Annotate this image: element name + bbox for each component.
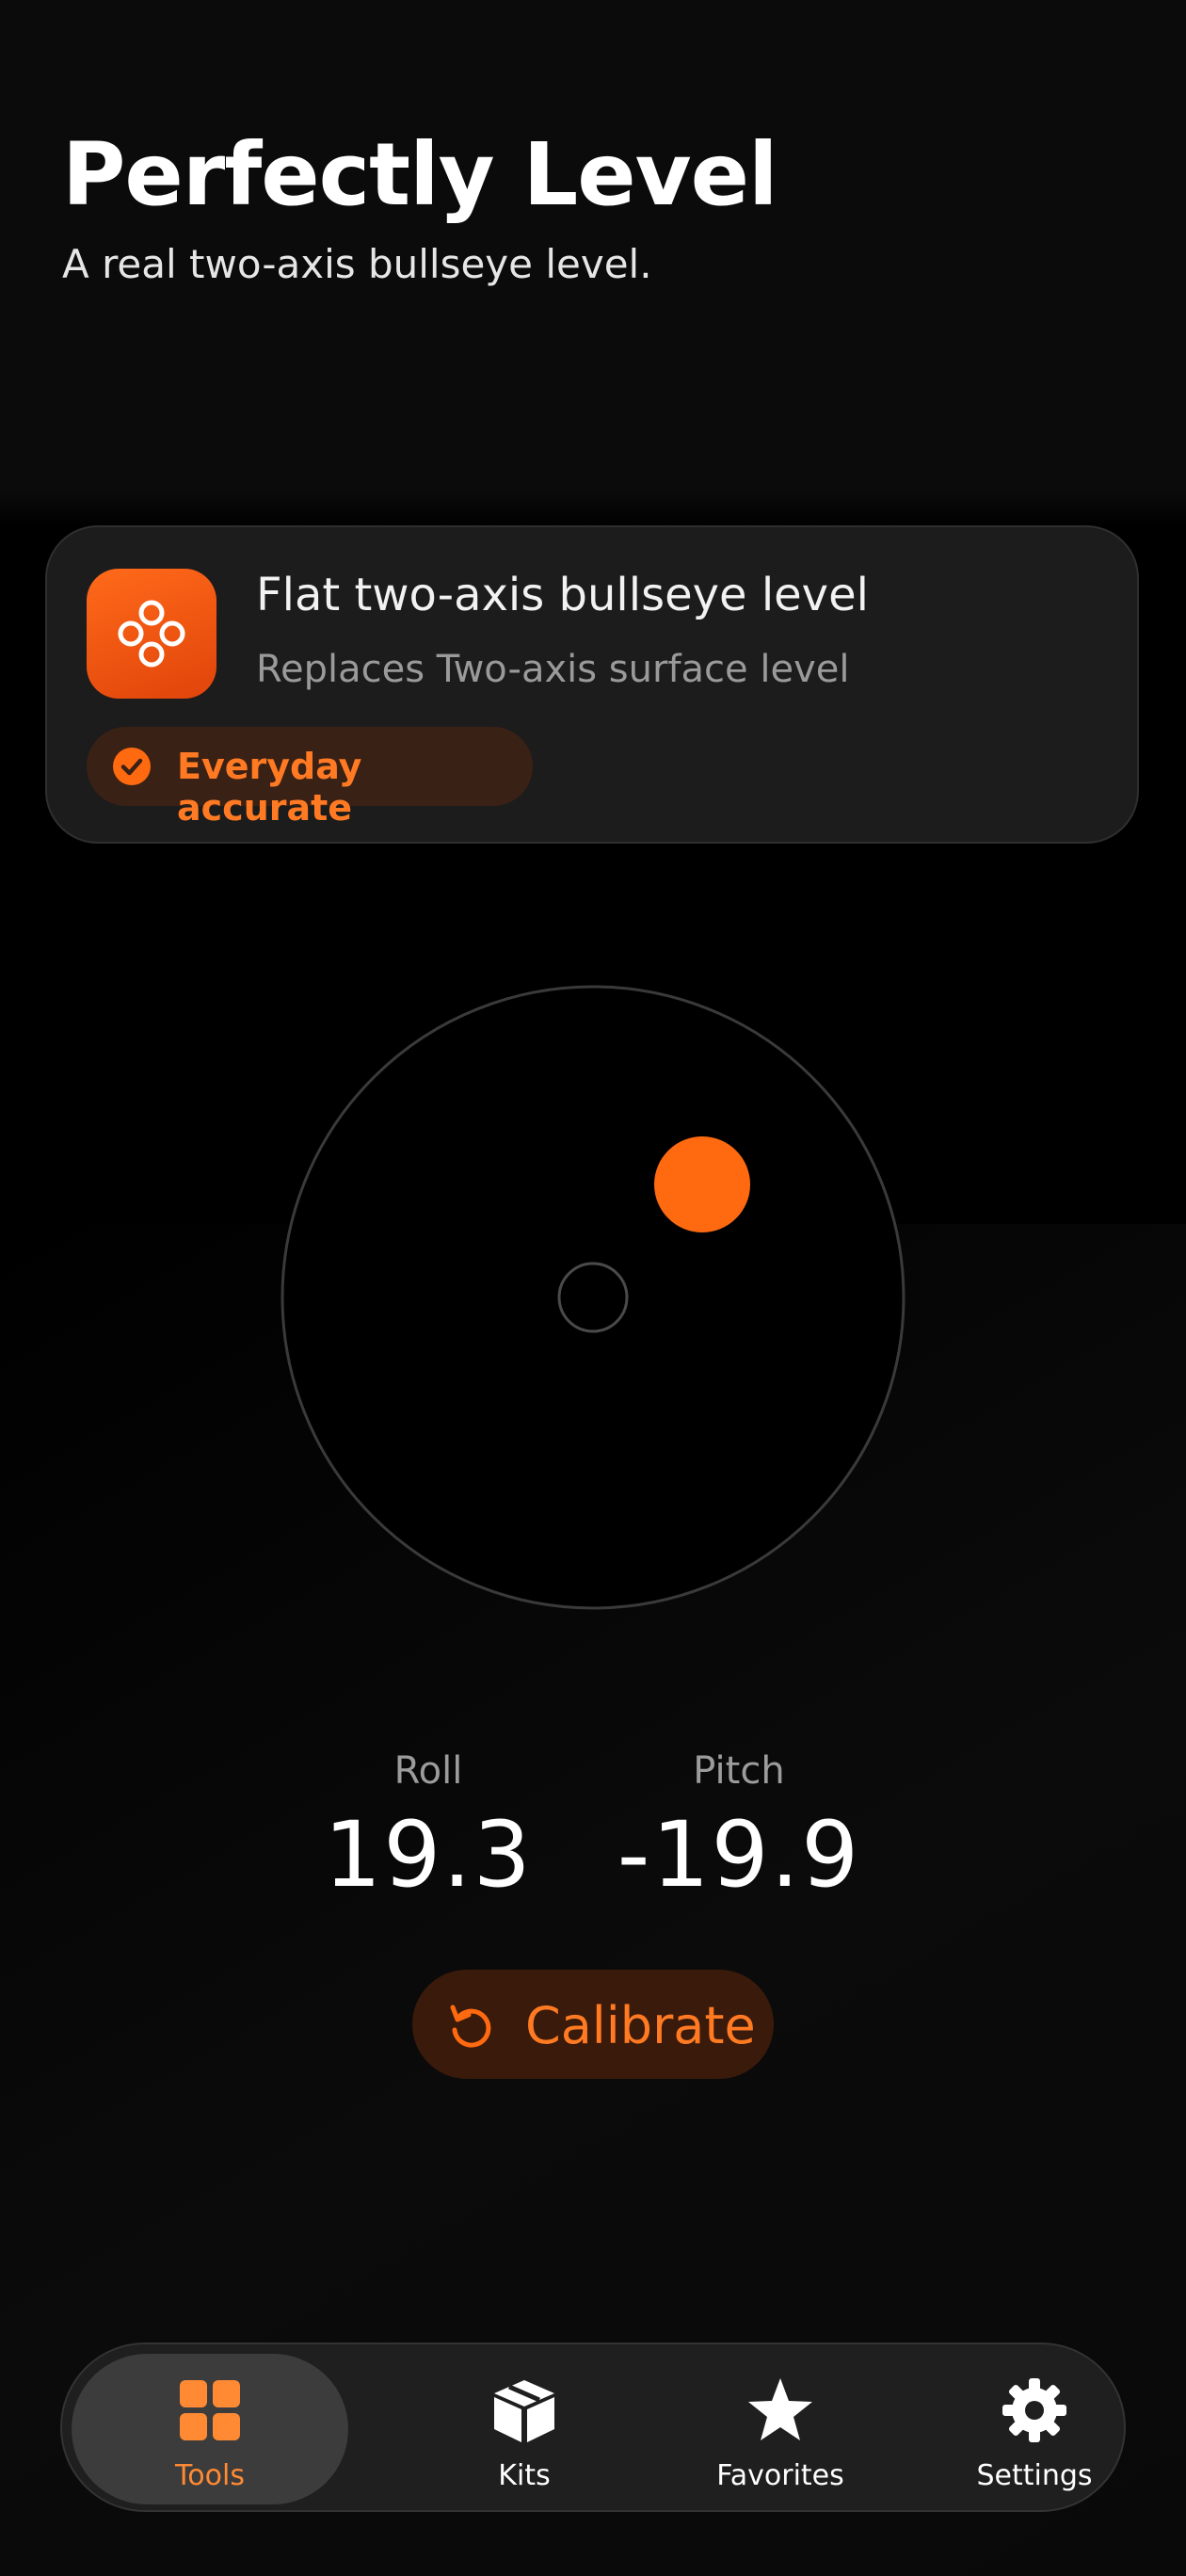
gear-icon	[1002, 2378, 1066, 2442]
roll-value: 19.3	[324, 1802, 533, 1908]
tab-tools-label: Tools	[175, 2459, 245, 2492]
accuracy-label: Everyday accurate	[177, 746, 362, 829]
page-subtitle: A real two-axis bullseye level.	[62, 241, 652, 287]
pitch-label: Pitch	[693, 1749, 785, 1793]
tool-replaces-text: Replaces Two-axis surface level	[256, 648, 850, 691]
tab-settings[interactable]: Settings	[907, 2344, 1162, 2514]
pitch-readout: Pitch -19.9	[602, 1749, 875, 1908]
roll-readout: Roll 19.3	[320, 1749, 537, 1908]
tab-favorites[interactable]: Favorites	[653, 2344, 907, 2514]
page-title: Perfectly Level	[62, 124, 778, 225]
bullseye-level-icon	[87, 569, 216, 699]
tab-kits[interactable]: Kits	[397, 2344, 651, 2514]
tab-favorites-label: Favorites	[716, 2459, 844, 2492]
tab-tools[interactable]: Tools	[72, 2354, 348, 2504]
tab-kits-label: Kits	[498, 2459, 551, 2492]
header: Perfectly Level A real two-axis bullseye…	[62, 124, 778, 288]
calibrate-button[interactable]: Calibrate	[412, 1970, 774, 2079]
box-icon	[494, 2380, 554, 2442]
bullseye-outer-ring	[280, 985, 906, 1610]
roll-label: Roll	[393, 1749, 463, 1793]
calibrate-label: Calibrate	[525, 1996, 756, 2055]
accuracy-badge: Everyday accurate	[87, 727, 533, 829]
bullseye-level	[280, 985, 906, 1610]
tool-card[interactable]: Flat two-axis bullseye level Replaces Tw…	[45, 525, 1139, 844]
rotate-ccw-icon	[450, 2004, 491, 2048]
tab-settings-label: Settings	[976, 2459, 1093, 2492]
level-bubble	[654, 1136, 750, 1232]
tool-title: Flat two-axis bullseye level	[256, 569, 869, 621]
grid-icon	[180, 2380, 240, 2440]
tab-bar: Tools Kits Favorites Settings	[60, 2343, 1126, 2512]
pitch-value: -19.9	[617, 1802, 861, 1908]
star-icon	[748, 2378, 812, 2440]
check-circle-icon	[113, 748, 151, 785]
